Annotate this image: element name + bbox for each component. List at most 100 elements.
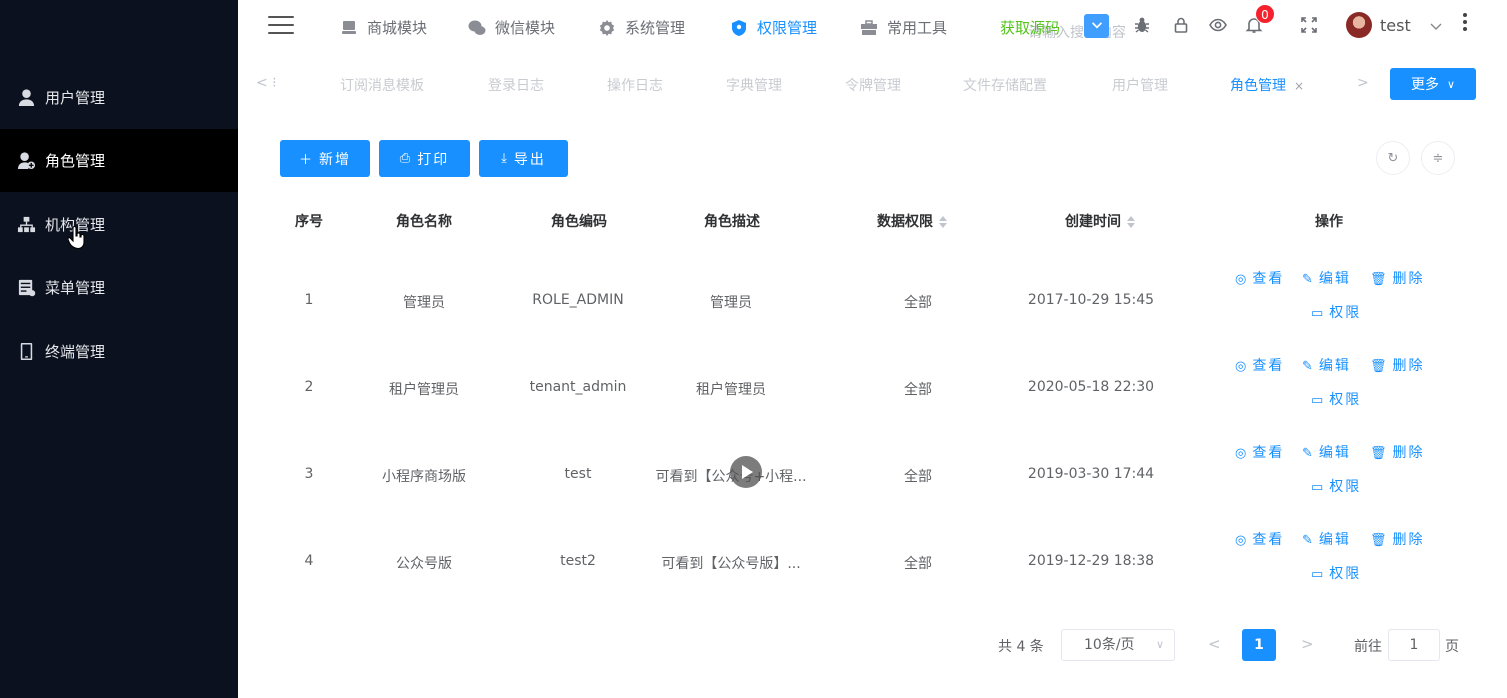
briefcase-icon: ▭	[1311, 480, 1324, 495]
eye-icon[interactable]	[1207, 14, 1229, 36]
next-page-icon[interactable]: >	[1301, 635, 1314, 653]
tab-users[interactable]: 用户管理	[1112, 75, 1168, 95]
chevron-down-icon[interactable]	[1428, 18, 1444, 34]
tab-login-log[interactable]: 登录日志	[488, 75, 544, 95]
more-tabs-button[interactable]: 更多 ∨	[1390, 68, 1476, 100]
hand-cursor-icon	[68, 226, 85, 250]
edit-button[interactable]: ✎ 编辑	[1302, 268, 1351, 288]
op-label: 编辑	[1318, 445, 1351, 461]
chevron-down-icon[interactable]	[1084, 14, 1109, 38]
column-header-name: 角色名称	[396, 214, 452, 230]
notification-badge: 0	[1255, 4, 1275, 24]
download-icon: ⤓	[501, 151, 507, 166]
export-button[interactable]: ⤓ 导出	[479, 140, 568, 177]
sidebar-item-menu[interactable]: 菜单管理	[0, 256, 238, 319]
add-button[interactable]: ＋ 新增	[280, 140, 370, 177]
cell-code: tenant_admin	[529, 379, 627, 395]
video-play-icon[interactable]	[730, 456, 762, 488]
sidebar-item-label: 菜单管理	[45, 279, 106, 297]
tab-scroll-left-icon[interactable]: < ⁝	[256, 75, 277, 91]
topnav-tools[interactable]: 常用工具	[860, 0, 947, 55]
tab-subscribe-template[interactable]: 订阅消息模板	[340, 75, 424, 95]
permission-button[interactable]: ▭ 权限	[1311, 302, 1361, 322]
filter-settings-icon[interactable]: ≑	[1421, 141, 1455, 175]
tab-roles[interactable]: 角色管理 ×	[1230, 75, 1304, 95]
get-source-link[interactable]: 获取源码	[1000, 17, 1060, 38]
op-label: 删除	[1392, 271, 1425, 287]
trash-icon: 🗑	[1370, 446, 1387, 461]
op-label: 编辑	[1318, 271, 1351, 287]
page-number-current[interactable]: 1	[1242, 629, 1276, 661]
delete-button[interactable]: 🗑 删除	[1370, 442, 1425, 462]
briefcase-icon: ▭	[1311, 567, 1324, 582]
permission-button[interactable]: ▭ 权限	[1311, 476, 1361, 496]
topnav-label: 系统管理	[625, 19, 686, 37]
permission-button[interactable]: ▭ 权限	[1311, 389, 1361, 409]
sidebar-item-terminal[interactable]: 终端管理	[0, 320, 238, 383]
sidebar-item-roles[interactable]: 角色管理	[0, 129, 238, 192]
goto-page-input[interactable]: 1	[1388, 629, 1440, 661]
edit-button[interactable]: ✎ 编辑	[1302, 355, 1351, 375]
column-header-actions: 操作	[1315, 214, 1343, 230]
topnav-permission[interactable]: 权限管理	[730, 0, 817, 55]
export-label: 导出	[513, 151, 546, 168]
edit-icon: ✎	[1302, 272, 1313, 287]
sort-icon[interactable]	[939, 216, 947, 228]
view-button[interactable]: ◎ 查看	[1235, 529, 1284, 549]
tab-operation-log[interactable]: 操作日志	[607, 75, 663, 95]
fullscreen-icon[interactable]	[1298, 14, 1320, 36]
terminal-icon	[16, 342, 36, 362]
tab-dictionary[interactable]: 字典管理	[726, 75, 782, 95]
prev-page-icon[interactable]: <	[1208, 635, 1221, 653]
view-button[interactable]: ◎ 查看	[1235, 268, 1284, 288]
delete-button[interactable]: 🗑 删除	[1370, 529, 1425, 549]
gear-icon	[598, 19, 616, 37]
cell-created: 2019-03-30 17:44	[1027, 466, 1155, 482]
op-label: 权限	[1329, 566, 1362, 582]
bug-icon[interactable]	[1131, 14, 1153, 36]
permission-button[interactable]: ▭ 权限	[1311, 563, 1361, 583]
sidebar-item-label: 角色管理	[45, 152, 106, 170]
edit-icon: ✎	[1302, 359, 1313, 374]
edit-button[interactable]: ✎ 编辑	[1302, 442, 1351, 462]
sidebar-item-users[interactable]: 用户管理	[0, 66, 238, 129]
user-name[interactable]: test	[1380, 16, 1411, 35]
avatar[interactable]	[1346, 12, 1372, 38]
delete-button[interactable]: 🗑 删除	[1370, 355, 1425, 375]
hamburger-menu-icon[interactable]	[268, 16, 294, 36]
shield-icon	[730, 19, 748, 37]
print-button[interactable]: ⎙ 打印	[379, 140, 470, 177]
eye-icon: ◎	[1235, 272, 1247, 287]
op-label: 权限	[1329, 479, 1362, 495]
topnav-wechat[interactable]: 微信模块	[468, 0, 555, 55]
column-header-created[interactable]: 创建时间	[1065, 211, 1135, 231]
view-button[interactable]: ◎ 查看	[1235, 355, 1284, 375]
lock-icon[interactable]	[1170, 14, 1192, 36]
column-header-index: 序号	[295, 214, 323, 230]
close-icon[interactable]: ×	[1294, 79, 1304, 93]
op-label: 查看	[1252, 271, 1285, 287]
more-vertical-icon[interactable]	[1462, 13, 1468, 35]
trash-icon: 🗑	[1370, 272, 1387, 287]
topnav-system[interactable]: 系统管理	[598, 0, 685, 55]
toolbox-icon	[860, 19, 878, 37]
column-header-scope[interactable]: 数据权限	[877, 211, 947, 231]
eye-icon: ◎	[1235, 533, 1247, 548]
delete-button[interactable]: 🗑 删除	[1370, 268, 1425, 288]
eye-icon: ◎	[1235, 446, 1247, 461]
topnav-shop[interactable]: 商城模块	[340, 0, 427, 55]
sort-icon[interactable]	[1127, 216, 1135, 228]
sidebar-item-org[interactable]: 机构管理	[0, 193, 238, 256]
view-button[interactable]: ◎ 查看	[1235, 442, 1284, 462]
tab-scroll-right-icon[interactable]: >	[1357, 75, 1369, 91]
tab-file-storage[interactable]: 文件存储配置	[963, 75, 1047, 95]
cell-code: test2	[560, 553, 596, 569]
tab-token[interactable]: 令牌管理	[845, 75, 901, 95]
cell-name: 公众号版	[396, 556, 452, 572]
refresh-icon[interactable]: ↻	[1376, 141, 1410, 175]
pagination-total: 共 4 条	[998, 639, 1044, 655]
edit-button[interactable]: ✎ 编辑	[1302, 529, 1351, 549]
op-label: 查看	[1252, 358, 1285, 374]
page-size-select[interactable]: 10条/页 ∨	[1061, 629, 1175, 661]
page-suffix: 页	[1445, 639, 1459, 655]
